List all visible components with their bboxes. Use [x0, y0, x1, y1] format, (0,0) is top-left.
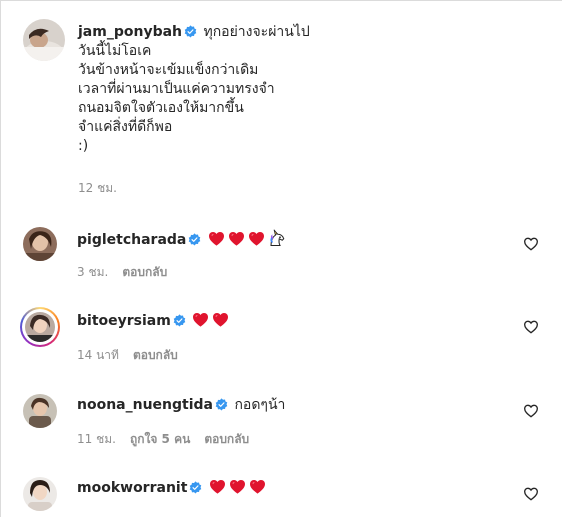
comment-body: bitoeyrsiam — [77, 312, 517, 330]
comment-meta: 3 ชม. ตอบกลับ — [77, 263, 181, 282]
caption-username[interactable]: jam_ponybah — [78, 24, 182, 40]
caption-line: ถนอมจิตใจตัวเองให้มากขึ้น — [78, 100, 244, 116]
like-button[interactable] — [523, 319, 539, 335]
reply-button[interactable]: ตอบกลับ — [204, 432, 249, 446]
reply-button[interactable]: ตอบกลับ — [133, 348, 178, 362]
like-button[interactable] — [523, 236, 539, 252]
comment-meta: 11 ชม. ถูกใจ 5 คน ตอบกลับ — [77, 430, 263, 449]
comment-body: noona_nuengtida กอดๆน้า — [77, 396, 517, 414]
comment-meta: 14 นาที ตอบกลับ — [77, 346, 192, 365]
avatar[interactable] — [23, 477, 57, 511]
like-button[interactable] — [523, 403, 539, 419]
heart-outline-icon — [523, 237, 539, 251]
red-heart-icon — [208, 231, 225, 246]
reply-button[interactable]: ตอบกลับ — [122, 265, 167, 279]
red-heart-icon — [248, 231, 265, 246]
heart-outline-icon — [523, 487, 539, 501]
avatar[interactable] — [23, 394, 57, 428]
comment-line: pigletcharada — [77, 229, 517, 249]
caption-line: เวลาที่ผ่านมาเป็นแค่ความทรงจำ — [78, 81, 275, 97]
likes-count[interactable]: ถูกใจ 5 คน — [130, 432, 190, 446]
comment-line: bitoeyrsiam — [77, 312, 517, 330]
red-heart-icon — [228, 231, 245, 246]
comment-text: กอดๆน้า — [234, 397, 286, 413]
caption-line: jam_ponybah ทุกอย่างจะผ่านไป — [78, 23, 548, 42]
caption-line: :) — [78, 138, 89, 154]
heart-outline-icon — [523, 320, 539, 334]
avatar[interactable] — [23, 227, 57, 261]
caption-line: จำแค่สิ่งที่ดีก็พอ — [78, 119, 173, 135]
comment-username[interactable]: mookworranit — [77, 480, 187, 496]
red-heart-icon — [209, 479, 226, 494]
verified-badge-icon — [184, 25, 197, 38]
unicorn-icon — [268, 229, 286, 247]
timestamp[interactable]: 11 ชม. — [77, 432, 116, 446]
red-heart-icon — [249, 479, 266, 494]
comment-username[interactable]: bitoeyrsiam — [77, 313, 171, 329]
like-button[interactable] — [523, 486, 539, 502]
caption-text: ทุกอย่างจะผ่านไป — [203, 24, 310, 40]
comment-item: noona_nuengtida กอดๆน้า 11 ชม. ถูกใจ 5 คน… — [23, 394, 553, 446]
caption-meta: 12 ชม. — [78, 179, 548, 198]
verified-badge-icon — [215, 398, 228, 411]
avatar[interactable] — [23, 19, 65, 61]
comment-body: mookworranit — [77, 479, 517, 497]
comment-username[interactable]: noona_nuengtida — [77, 397, 213, 413]
red-heart-icon — [229, 479, 246, 494]
avatar[interactable] — [20, 307, 60, 347]
red-heart-icon — [192, 312, 209, 327]
verified-badge-icon — [173, 314, 186, 327]
verified-badge-icon — [188, 233, 201, 246]
timestamp[interactable]: 14 นาที — [77, 348, 119, 362]
caption-line: วันนี้ไม่โอเค — [78, 43, 152, 59]
comment-item: pigletcharada 3 ชม. ตอบกลับ — [23, 227, 553, 279]
comments-panel: jam_ponybah ทุกอย่างจะผ่านไป วันนี้ไม่โอ… — [0, 0, 562, 517]
comment-item: bitoeyrsiam 14 นาที ตอบกลับ — [20, 307, 553, 362]
comment-body: pigletcharada — [77, 229, 517, 249]
verified-badge-icon — [189, 481, 202, 494]
comment-line: mookworranit — [77, 479, 517, 497]
comment-line: noona_nuengtida กอดๆน้า — [77, 396, 517, 414]
red-heart-icon — [212, 312, 229, 327]
comment-item: mookworranit — [23, 477, 553, 527]
heart-outline-icon — [523, 404, 539, 418]
timestamp[interactable]: 12 ชม. — [78, 181, 117, 195]
comment-username[interactable]: pigletcharada — [77, 232, 186, 248]
caption-line: วันข้างหน้าจะเข้มแข็งกว่าเดิม — [78, 62, 259, 78]
caption-body: jam_ponybah ทุกอย่างจะผ่านไป วันนี้ไม่โอ… — [78, 23, 548, 198]
timestamp[interactable]: 3 ชม. — [77, 265, 108, 279]
